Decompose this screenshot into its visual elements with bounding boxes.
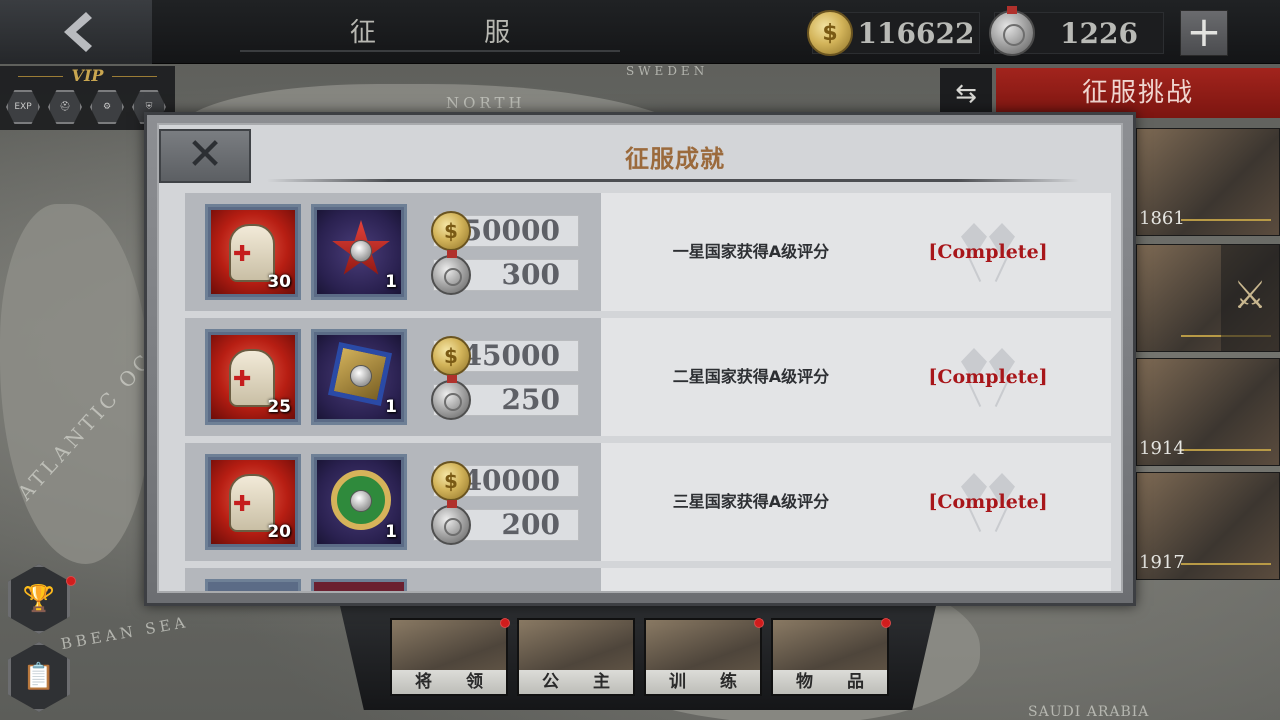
complete-status: [Complete] [928, 241, 1048, 263]
achievement-row: ✚ 25 1 45000 $ 250 二星国家获得A级评分 [Complete] [185, 318, 1111, 436]
silver-medal-icon [431, 250, 471, 295]
modal-title: 征服成就 [625, 144, 725, 173]
notification-dot [754, 618, 764, 628]
era-card-locked[interactable]: ⚔ [1136, 244, 1280, 352]
back-button[interactable] [0, 0, 152, 64]
add-currency-button[interactable]: + [1180, 10, 1228, 56]
gold-coin-icon: $ [431, 211, 471, 251]
vip-label: VIP [0, 66, 175, 85]
notification-dot [500, 618, 510, 628]
era-year: 1917 [1139, 552, 1185, 573]
achievement-row: ✚ 20 1 40000 $ 200 三星国家获得A级评分 [Complete] [185, 443, 1111, 561]
map-label-caribbean: BBEAN SEA [59, 612, 191, 654]
close-button[interactable]: ✕ [159, 129, 251, 183]
medkit-reward[interactable] [205, 579, 301, 591]
medkit-reward[interactable]: ✚ 25 [205, 329, 301, 425]
reward-quantity: 1 [385, 272, 397, 292]
map-label-saudi: SAUDI ARABIA [1028, 704, 1150, 720]
crossed-swords-icon: ⚔ [1221, 245, 1279, 351]
medkit-reward[interactable]: ✚ 30 [205, 204, 301, 300]
gold-coin-icon: $ [431, 336, 471, 376]
era-year: 1914 [1139, 438, 1185, 459]
silver-medal-icon [989, 6, 1035, 56]
gold-coin-icon: $ [431, 461, 471, 501]
reward-quantity: 1 [385, 397, 397, 417]
achievement-list[interactable]: ✚ 30 1 50000 $ 300 一星国家获得A级评分 [Complete]… [185, 193, 1111, 591]
medal-amount: 1226 [1060, 16, 1138, 50]
reward-quantity: 1 [385, 522, 397, 542]
top-bar: 征 服 $ 116622 1226 + [0, 0, 1280, 64]
badge-reward[interactable]: 1 [311, 329, 407, 425]
tab-princess[interactable]: 公 主 [517, 618, 635, 696]
silver-medal-icon [431, 500, 471, 545]
notification-dot [66, 576, 76, 586]
silver-medal-icon [431, 375, 471, 420]
era-year: 1861 [1139, 208, 1185, 229]
map-label-north: NORTH [446, 94, 526, 112]
tab-label: 公 主 [519, 670, 633, 694]
gear-boost-icon[interactable]: ⚙ [90, 90, 124, 124]
title-divider [267, 179, 1079, 182]
achievement-description: 一星国家获得A级评分 [672, 242, 830, 261]
modal-content: ✕ 征服成就 ✚ 30 1 50000 $ 300 一星国家获得A级评分 [Co… [157, 123, 1123, 593]
gold-counter: $ 116622 [807, 10, 980, 56]
reward-quantity: 25 [267, 397, 291, 417]
notepad-icon: 📋 [22, 662, 56, 692]
badge-reward[interactable]: 1 [311, 204, 407, 300]
map-label-sweden: SWEDEN [626, 64, 709, 78]
achievement-description: 二星国家获得A级评分 [672, 367, 830, 386]
medkit-reward[interactable]: ✚ 20 [205, 454, 301, 550]
medal-counter: 1226 [989, 6, 1164, 56]
badge-reward[interactable]: 1 [311, 454, 407, 550]
tab-training[interactable]: 训 练 [644, 618, 762, 696]
close-icon: ✕ [186, 129, 224, 180]
chevron-left-icon [64, 12, 92, 52]
tab-generals[interactable]: 将 领 [390, 618, 508, 696]
gold-coin-icon: $ [807, 10, 853, 56]
complete-status: [Complete] [928, 491, 1048, 513]
era-card-1917[interactable]: 1917 [1136, 472, 1280, 580]
tab-label: 训 练 [646, 670, 760, 694]
complete-status: [Complete] [928, 366, 1048, 388]
era-card-1914[interactable]: 1914 [1136, 358, 1280, 466]
page-title: 征 服 [240, 12, 620, 52]
notification-dot [881, 618, 891, 628]
gold-amount: 116622 [857, 16, 975, 50]
trophy-icon: 🏆 [22, 584, 56, 614]
reward-quantity: 30 [267, 272, 291, 292]
exp-boost-icon[interactable]: EXP [6, 90, 40, 124]
tab-items[interactable]: 物 品 [771, 618, 889, 696]
tab-label: 物 品 [773, 670, 887, 694]
reward-quantity: 20 [267, 522, 291, 542]
achievement-description: 三星国家获得A级评分 [672, 492, 830, 511]
tab-label: 将 领 [392, 670, 506, 694]
achievement-modal: ✕ 征服成就 ✚ 30 1 50000 $ 300 一星国家获得A级评分 [Co… [144, 112, 1136, 606]
ribbon-badge-reward[interactable] [311, 579, 407, 591]
achievement-row [185, 568, 1111, 591]
era-card-1861[interactable]: 1861 [1136, 128, 1280, 236]
achievement-row: ✚ 30 1 50000 $ 300 一星国家获得A级评分 [Complete] [185, 193, 1111, 311]
conquest-challenge-button[interactable]: 征服挑战 [996, 68, 1280, 118]
helmet-icon[interactable]: ⛑ [48, 90, 82, 124]
